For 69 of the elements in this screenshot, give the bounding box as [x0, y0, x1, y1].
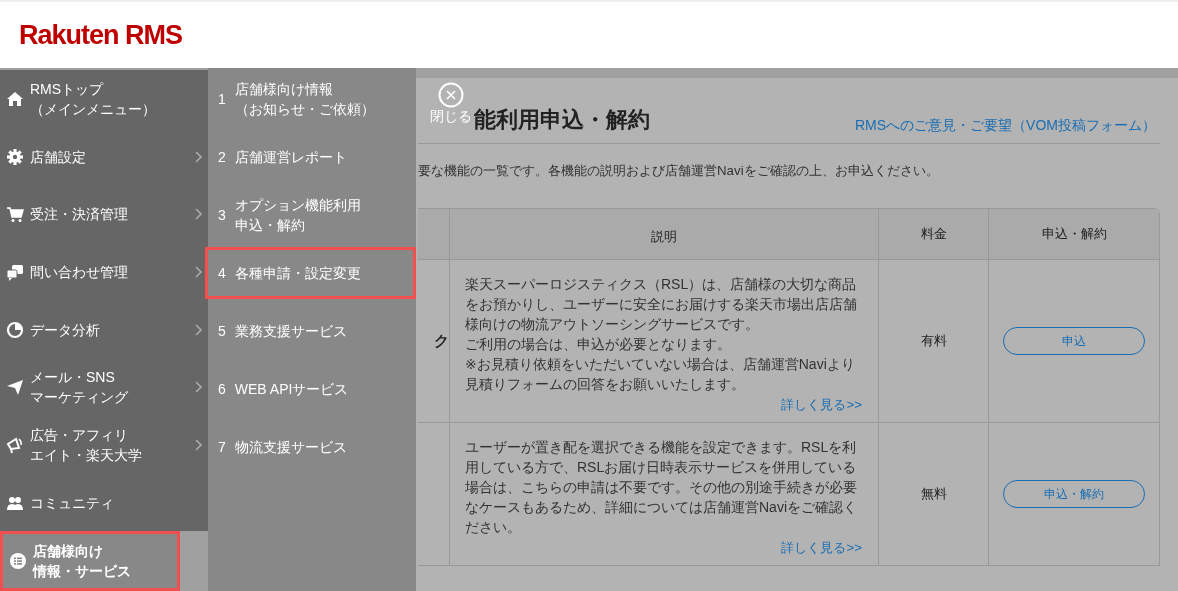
nav-item[interactable]: 問い合わせ管理 [0, 243, 208, 301]
list-icon [9, 552, 27, 571]
menu-label: コミュニティ [30, 493, 115, 513]
close-button[interactable]: 閉じる [430, 82, 472, 126]
item-label: WEB APIサービス [234, 380, 349, 399]
item-number: 1 [218, 91, 226, 107]
chat-icon [6, 262, 24, 281]
submenu-item[interactable]: 5 業務支援サービス [208, 302, 416, 360]
table-cell: ク [434, 331, 449, 351]
menu-label: 店舗様向け [33, 542, 104, 562]
more-link[interactable]: 詳しく見る>> [781, 396, 862, 414]
nav-item[interactable]: 店舗様向け 情報・サービス [0, 531, 180, 591]
megaphone-icon [6, 435, 24, 454]
description-text: ユーザーが置き配を選択できる機能を設定できます。RSLを利用している方で、RSLお届け日時表示サービスを併用している場合は、こちらの申請は不要です。その他の別途手続きが必要なケースもあるため、詳細については店舗運営Naviをご確認ください。 [465, 438, 858, 537]
more-link[interactable]: 詳しく見る>> [781, 539, 862, 557]
submenu-item[interactable]: 6 WEB APIサービス [208, 360, 416, 418]
item-number: 6 [218, 381, 226, 397]
item-label: 各種申請・設定変更 [234, 264, 361, 283]
menu-label: 広告・アフィリ [30, 425, 129, 445]
logo[interactable]: Rakuten RMS [19, 19, 183, 51]
nav-item[interactable]: 広告・アフィリ エイト・楽天大学 [0, 416, 208, 474]
item-label: 店舗運営レポート [234, 148, 347, 167]
menu-label: 問い合わせ管理 [30, 262, 129, 282]
pie-chart-icon [6, 320, 24, 339]
nav-item[interactable]: メール・SNS マーケティング [0, 358, 208, 417]
item-number: 3 [218, 207, 226, 223]
menu-label: 受注・決済管理 [30, 205, 129, 225]
submenu-item[interactable]: 7 物流支援サービス [208, 418, 416, 476]
menu-label: エイト・楽天大学 [30, 445, 143, 465]
menu-label: 情報・サービス [33, 562, 132, 582]
column-header: 説明 [650, 228, 677, 246]
item-label: 業務支援サービス [234, 322, 347, 341]
fee-text: 有料 [920, 332, 947, 350]
nav-item[interactable]: RMSトップ （メインメニュー） [0, 70, 208, 128]
settings-icon [6, 147, 24, 166]
menu-label: 店舗設定 [30, 147, 87, 167]
feedback-link[interactable]: RMSへのご意見・ご要望（VOM投稿フォーム） [855, 117, 1156, 135]
nav-item[interactable]: 店舗設定 [0, 127, 208, 186]
menu-label: データ分析 [30, 320, 101, 340]
nav-item[interactable]: コミュニティ [0, 473, 208, 532]
fee-text: 無料 [920, 485, 947, 503]
paper-plane-icon [6, 378, 24, 397]
menu-label: メール・SNS [30, 368, 116, 388]
item-label: （お知らせ・ご依頼） [234, 100, 375, 119]
item-number: 2 [218, 149, 226, 165]
item-label: 店舗様向け情報 [234, 80, 334, 99]
item-label: 申込・解約 [234, 216, 306, 235]
item-label: 物流支援サービス [234, 438, 347, 457]
column-header: 料金 [920, 225, 947, 243]
description-text: 楽天スーパーロジスティクス（RSL）は、店舗様の大切な商品をお預かりし、ユーザーに安全にお届けする楽天市場出店店舗様向けの物流アウトソーシングサービスです。 [465, 275, 858, 334]
description-text: ※お見積り依頼をいただいていない場合は、店舗運営Naviより見積りフォームの回答をお願いいたします。 [465, 355, 856, 394]
item-number: 7 [218, 439, 226, 455]
nav-item[interactable]: 受注・決済管理 [0, 185, 208, 243]
cart-icon [6, 205, 24, 224]
nav-item[interactable]: データ分析 [0, 300, 208, 359]
menu-label: RMSトップ [30, 79, 105, 99]
submenu-item[interactable]: 2 店舗運営レポート [208, 128, 416, 186]
menu-label: （メインメニュー） [30, 99, 157, 119]
description-text: ご利用の場合は、申込が必要となります。 [465, 335, 732, 354]
submenu-item[interactable]: 4 各種申請・設定変更 [205, 247, 416, 299]
page-title: 能利用申込・解約 [474, 106, 650, 134]
item-number: 4 [218, 265, 226, 281]
description-text: 要な機能の一覧です。各機能の説明および店舗運営Naviをご確認の上、お申込ください。 [418, 162, 940, 180]
item-label: オプション機能利用 [234, 196, 361, 215]
column-header: 申込・解約 [1041, 225, 1107, 243]
home-icon [6, 89, 24, 108]
menu-label: マーケティング [30, 388, 129, 408]
item-number: 5 [218, 323, 226, 339]
close-icon [438, 82, 464, 108]
